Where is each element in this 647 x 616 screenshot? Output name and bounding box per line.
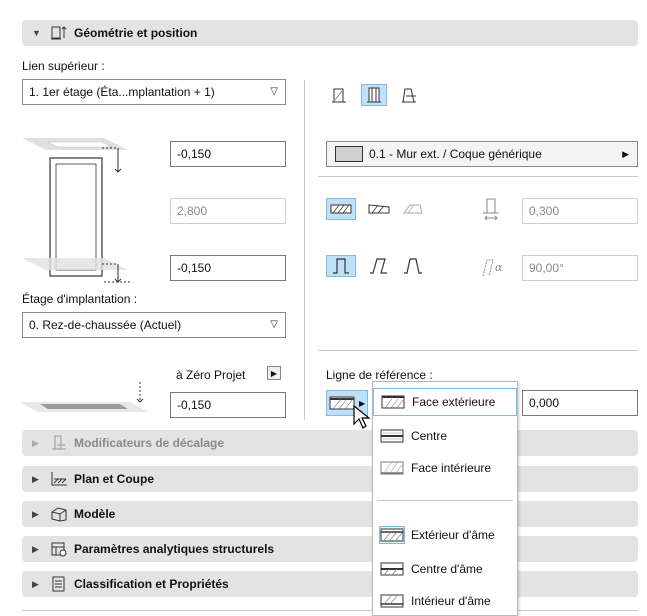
menu-item-label: Intérieur d'âme xyxy=(411,594,491,608)
menu-item-label: Face extérieure xyxy=(412,395,496,409)
wall-top-type-1-button[interactable] xyxy=(326,84,352,106)
chevron-right-icon: ▶ xyxy=(622,148,629,159)
separator xyxy=(22,610,638,611)
top-offset-field[interactable]: -0,150 xyxy=(170,141,286,167)
composite-label: 0.1 - Mur ext. / Coque générique xyxy=(369,147,542,161)
mouse-cursor-icon xyxy=(353,404,371,429)
expand-triangle-icon[interactable]: ▶ xyxy=(32,474,42,485)
menu-item-core-inside[interactable]: Intérieur d'âme xyxy=(373,587,517,615)
slant-angle-icon: α xyxy=(481,256,511,281)
outside-face-icon xyxy=(380,393,406,411)
section-title: Modificateurs de décalage xyxy=(74,436,225,450)
home-story-label: Étage d'implantation : xyxy=(22,292,138,306)
bottom-offset-field[interactable]: -0,150 xyxy=(170,255,286,281)
section-plan-section[interactable]: ▶ Plan et Coupe xyxy=(22,466,638,492)
menu-item-core-center[interactable]: Centre d'âme xyxy=(373,555,517,583)
chevron-down-icon: ▽ xyxy=(270,319,278,330)
reference-line-label: Ligne de référence : xyxy=(326,368,433,382)
zero-project-label: à Zéro Projet xyxy=(176,368,246,382)
zero-project-diagram xyxy=(20,382,148,412)
wall-trapezoid-button[interactable] xyxy=(366,198,392,220)
top-link-dropdown[interactable]: 1. 1er étage (Éta...mplantation + 1) ▽ xyxy=(22,79,286,105)
composite-swatch-icon xyxy=(335,146,363,162)
wall-straight-button[interactable] xyxy=(326,198,356,220)
expand-triangle-icon[interactable]: ▶ xyxy=(32,438,42,449)
section-structural-analysis[interactable]: ▶ Paramètres analytiques structurels xyxy=(22,536,638,562)
reference-line-menu: Face extérieure Centre Face intérieure E… xyxy=(372,381,518,616)
thickness-icon xyxy=(479,196,505,225)
expand-triangle-icon[interactable]: ▶ xyxy=(32,579,42,590)
menu-item-core-outside[interactable]: Extérieur d'âme xyxy=(373,521,517,549)
reference-offset-field[interactable]: 0,000 xyxy=(522,390,638,416)
section-model[interactable]: ▶ Modèle xyxy=(22,501,638,527)
wall-height-field[interactable]: 2,800 xyxy=(170,198,286,224)
offset-modifier-icon xyxy=(50,435,68,451)
core-center-icon xyxy=(379,560,405,578)
wall-polygonal-button[interactable] xyxy=(400,198,426,220)
menu-item-label: Extérieur d'âme xyxy=(411,528,495,542)
section-title: Géométrie et position xyxy=(74,26,198,40)
top-link-label: Lien supérieur : xyxy=(22,59,105,73)
structural-analysis-icon xyxy=(50,541,68,557)
model-icon xyxy=(50,506,68,522)
section-classification[interactable]: ▶ Classification et Propriétés xyxy=(22,571,638,597)
menu-item-label: Face intérieure xyxy=(411,461,492,475)
home-story-value: 0. Rez-de-chaussée (Actuel) xyxy=(29,318,182,332)
section-offset-modifiers[interactable]: ▶ Modificateurs de décalage xyxy=(22,430,638,456)
menu-item-label: Centre d'âme xyxy=(411,562,483,576)
section-title: Modèle xyxy=(74,507,116,521)
expand-triangle-icon[interactable]: ▶ xyxy=(32,544,42,555)
wall-top-type-2-button[interactable] xyxy=(361,84,387,106)
profile-vertical-button[interactable] xyxy=(326,255,356,277)
geometry-icon xyxy=(50,25,68,41)
slant-angle-field[interactable]: 90,00° xyxy=(522,255,638,281)
menu-item-inside-face[interactable]: Face intérieure xyxy=(373,454,517,482)
plan-section-icon xyxy=(50,471,68,487)
menu-separator xyxy=(377,500,513,501)
wall-top-type-3-button[interactable] xyxy=(396,84,422,106)
profile-double-slanted-button[interactable] xyxy=(400,255,426,277)
svg-text:α: α xyxy=(495,261,503,274)
center-line-icon xyxy=(379,427,405,445)
composite-selector-button[interactable]: 0.1 - Mur ext. / Coque générique ▶ xyxy=(326,141,638,167)
section-title: Paramètres analytiques structurels xyxy=(74,542,275,556)
core-outside-icon xyxy=(379,526,405,544)
profile-slanted-button[interactable] xyxy=(366,255,392,277)
chevron-down-icon: ▽ xyxy=(270,86,278,97)
separator xyxy=(318,176,638,177)
wall-height-diagram xyxy=(22,138,130,283)
core-inside-icon xyxy=(379,592,405,610)
inside-face-icon xyxy=(379,459,405,477)
thickness-field[interactable]: 0,300 xyxy=(522,198,638,224)
menu-item-label: Centre xyxy=(411,429,448,443)
zero-project-field[interactable]: -0,150 xyxy=(170,392,286,418)
home-story-dropdown[interactable]: 0. Rez-de-chaussée (Actuel) ▽ xyxy=(22,312,286,338)
expand-triangle-icon[interactable]: ▶ xyxy=(32,509,42,520)
top-link-value: 1. 1er étage (Éta...mplantation + 1) xyxy=(29,85,215,99)
geometry-position-header[interactable]: ▼ Géométrie et position xyxy=(22,20,638,46)
section-title: Plan et Coupe xyxy=(74,472,155,486)
classification-icon xyxy=(50,576,68,592)
menu-item-center[interactable]: Centre xyxy=(373,422,517,450)
section-title: Classification et Propriétés xyxy=(74,577,229,591)
column-divider xyxy=(304,80,305,420)
zero-project-arrow-button[interactable]: ▶ xyxy=(267,366,281,380)
separator xyxy=(318,350,638,351)
collapse-triangle-icon[interactable]: ▼ xyxy=(32,28,42,38)
menu-item-outside-face[interactable]: Face extérieure xyxy=(373,388,517,416)
